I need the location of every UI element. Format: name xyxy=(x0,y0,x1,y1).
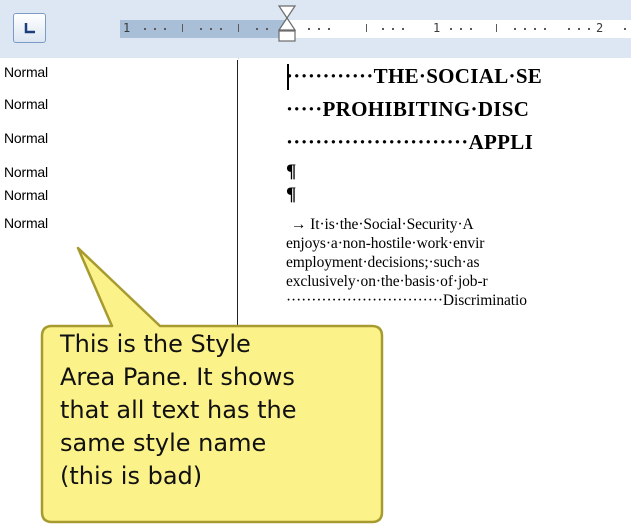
paragraph-mark: ¶ xyxy=(286,161,297,182)
horizontal-ruler[interactable]: 1 1 2 xyxy=(120,20,631,38)
callout-line: Area Pane. It shows xyxy=(60,363,295,391)
callout-line: that all text has the xyxy=(60,396,297,424)
style-name-label: Normal xyxy=(4,215,48,231)
style-name-label: Normal xyxy=(4,96,48,112)
style-area-divider[interactable] xyxy=(237,60,238,328)
body-text-line: exclusively·on·the·basis·of·job-r xyxy=(286,273,488,290)
body-text-line: enjoys·a·non-hostile·work·envir xyxy=(286,235,485,252)
left-tab-stop-icon xyxy=(24,23,35,34)
callout-line: (this is bad) xyxy=(60,462,203,490)
indent-marker-icon[interactable] xyxy=(276,4,298,54)
ruler-number: 1 xyxy=(123,21,131,35)
body-text-line: → It·is·the·Social·Security·A xyxy=(291,216,474,233)
ruler-bar: 1 1 2 xyxy=(0,0,631,59)
style-name-label: Normal xyxy=(4,164,48,180)
callout-line: same style name xyxy=(60,429,267,457)
style-name-label: Normal xyxy=(4,130,48,146)
heading-line: ·························APPLI xyxy=(286,130,534,154)
callout-line: This is the Style xyxy=(60,330,251,358)
document-body[interactable]: ············THE·SOCIAL·SE ·····PROHIBITI… xyxy=(239,58,631,328)
style-name-label: Normal xyxy=(4,187,48,203)
paragraph-mark: ¶ xyxy=(286,184,297,205)
body-text-line: ·······························Discrimin… xyxy=(286,292,527,309)
heading-line: ············THE·SOCIAL·SE xyxy=(286,64,543,88)
ruler-number: 1 xyxy=(433,21,441,35)
tab-selector-button[interactable] xyxy=(13,13,46,43)
style-name-label: Normal xyxy=(4,64,48,80)
ruler-number: 2 xyxy=(596,21,604,35)
style-area-pane: Normal Normal Normal Normal Normal Norma… xyxy=(0,58,238,328)
callout-text: This is the Style Area Pane. It shows th… xyxy=(60,328,380,493)
body-text-line: employment·decisions;·such·as xyxy=(286,254,480,271)
heading-line: ·····PROHIBITING·DISC xyxy=(286,97,530,121)
